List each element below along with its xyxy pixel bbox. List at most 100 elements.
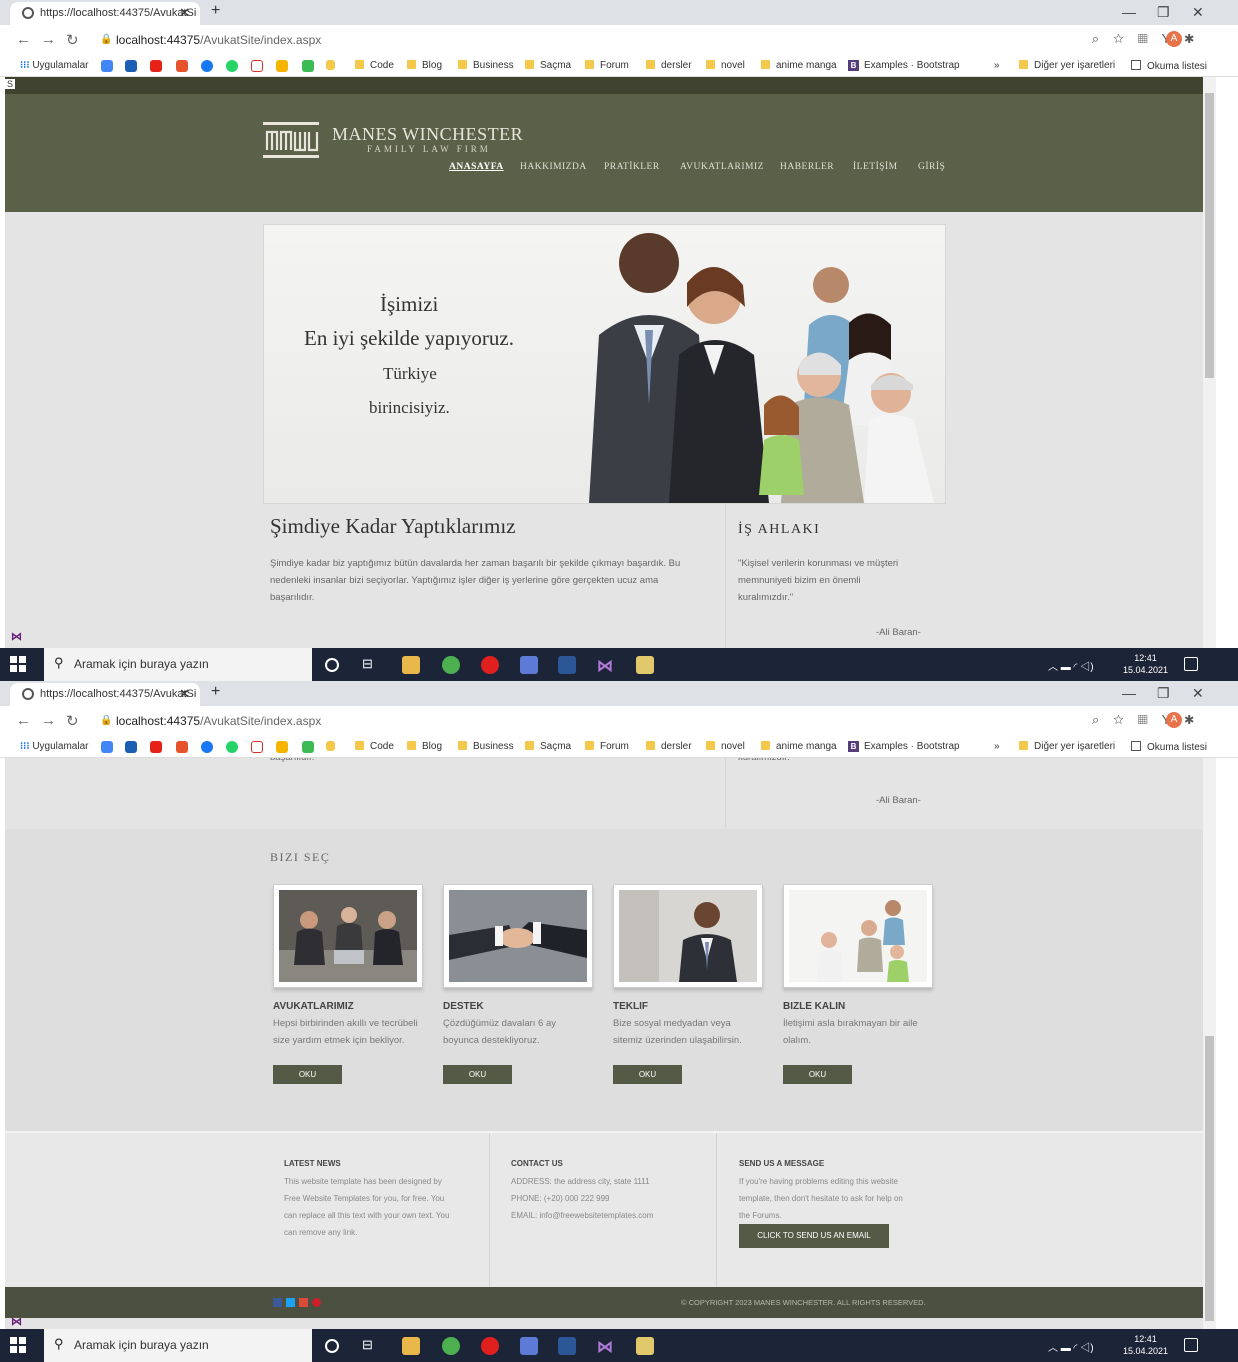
bookmark-icon[interactable] xyxy=(276,741,288,753)
scrollbar-thumb[interactable] xyxy=(1205,1036,1214,1321)
footer-contact-email[interactable]: EMAIL: info@freewebsitetemplates.com xyxy=(511,1207,653,1224)
close-window-icon[interactable]: ✕ xyxy=(1192,4,1204,21)
app-icon[interactable] xyxy=(520,656,538,674)
file-explorer-icon[interactable] xyxy=(402,656,420,674)
bookmark-folder[interactable]: Business xyxy=(458,741,514,752)
tools-icon[interactable] xyxy=(636,656,654,674)
reload-icon[interactable]: ↻ xyxy=(66,31,79,49)
bookmark-folder[interactable]: Saçma xyxy=(525,60,571,71)
pinterest-icon[interactable] xyxy=(312,1298,321,1307)
close-tab-icon[interactable]: ✕ xyxy=(179,686,190,702)
new-tab-button[interactable]: + xyxy=(211,683,220,701)
windows-start-icon[interactable] xyxy=(10,656,26,672)
folder-icon[interactable] xyxy=(326,60,335,70)
bookmark-folder[interactable]: Business xyxy=(458,60,514,71)
firm-logo-icon[interactable] xyxy=(263,122,319,158)
bookmark-apps[interactable]: ⁝⁝⁝ Uygulamalar xyxy=(20,60,88,71)
bookmark-bootstrap[interactable]: B Examples · Bootstrap xyxy=(848,741,960,752)
visual-studio-icon[interactable]: ⋈ xyxy=(11,630,25,643)
bookmark-folder[interactable]: Diğer yer işaretleri xyxy=(1019,60,1115,71)
google-icon[interactable] xyxy=(101,741,113,753)
tools-icon[interactable] xyxy=(636,1337,654,1355)
card-image-support[interactable] xyxy=(443,884,593,988)
chrome-icon[interactable] xyxy=(442,656,460,674)
restore-icon[interactable]: ❐ xyxy=(1157,4,1170,21)
facebook-icon[interactable] xyxy=(201,741,213,753)
visual-studio-icon[interactable]: ⋈ xyxy=(597,1337,615,1356)
bookmark-apps[interactable]: ⁝⁝⁝ Uygulamalar xyxy=(20,741,88,752)
reading-list[interactable]: Okuma listesi xyxy=(1131,741,1207,753)
extension-icon[interactable] xyxy=(125,741,137,753)
url-field[interactable]: 🔒 localhost:44375/AvukatSite/index.aspx xyxy=(90,29,1220,51)
word-icon[interactable] xyxy=(558,656,576,674)
restore-icon[interactable]: ❐ xyxy=(1157,685,1170,702)
bookmark-folder[interactable]: Code xyxy=(355,741,394,752)
youtube-icon[interactable] xyxy=(150,60,162,72)
whatsapp-icon[interactable] xyxy=(226,60,238,72)
back-icon[interactable]: ← xyxy=(16,712,31,729)
visual-studio-icon[interactable]: ⋈ xyxy=(597,656,615,675)
bookmark-folder[interactable]: anime manga xyxy=(761,741,837,752)
app-icon[interactable] xyxy=(520,1337,538,1355)
chrome-icon[interactable] xyxy=(442,1337,460,1355)
reading-list[interactable]: Okuma listesi xyxy=(1131,60,1207,72)
bookmark-folder[interactable]: novel xyxy=(706,741,745,752)
card-image-stay-with-us[interactable] xyxy=(783,884,933,988)
opera-icon[interactable] xyxy=(481,656,499,674)
bookmark-folder[interactable]: Forum xyxy=(585,60,629,71)
bookmark-icon[interactable] xyxy=(302,741,314,753)
read-button[interactable]: OKU xyxy=(783,1065,852,1084)
system-tray-icons[interactable]: ︿ ▬ ◜ ◁) xyxy=(1048,658,1094,673)
close-window-icon[interactable]: ✕ xyxy=(1192,685,1204,702)
bookmark-folder[interactable]: Forum xyxy=(585,741,629,752)
card-image-lawyers[interactable] xyxy=(273,884,423,988)
task-view-icon[interactable]: ⊟ xyxy=(362,656,380,674)
youtube-icon[interactable] xyxy=(150,741,162,753)
forward-icon[interactable]: → xyxy=(41,31,56,48)
facebook-icon[interactable] xyxy=(273,1298,282,1307)
bookmark-folder[interactable]: dersler xyxy=(646,60,692,71)
gmail-icon[interactable] xyxy=(251,60,263,72)
read-button[interactable]: OKU xyxy=(273,1065,342,1084)
bookmark-folder[interactable]: anime manga xyxy=(761,60,837,71)
minimize-icon[interactable]: — xyxy=(1122,685,1136,701)
profile-avatar[interactable]: A xyxy=(1166,31,1182,47)
bookmark-folder[interactable]: Blog xyxy=(407,60,442,71)
nav-hakkimizda[interactable]: HAKKIMIZDA xyxy=(520,162,587,172)
extension-icon[interactable] xyxy=(125,60,137,72)
system-tray-icons[interactable]: ︿ ▬ ◜ ◁) xyxy=(1048,1339,1094,1354)
facebook-icon[interactable] xyxy=(201,60,213,72)
file-explorer-icon[interactable] xyxy=(402,1337,420,1355)
notification-icon[interactable] xyxy=(1184,657,1198,671)
google-plus-icon[interactable] xyxy=(299,1298,308,1307)
taskbar-search[interactable]: ⚲ Aramak için buraya yazın xyxy=(44,648,312,681)
bookmark-folder[interactable]: Code xyxy=(355,60,394,71)
toolbar-icons[interactable]: ⌕☆▦Y✱ xyxy=(1092,712,1208,728)
bookmark-folder[interactable]: novel xyxy=(706,60,745,71)
notification-icon[interactable] xyxy=(1184,1338,1198,1352)
cortana-icon[interactable] xyxy=(325,658,339,672)
windows-start-icon[interactable] xyxy=(10,1337,26,1353)
back-icon[interactable]: ← xyxy=(16,31,31,48)
forward-icon[interactable]: → xyxy=(41,712,56,729)
more-bookmarks-icon[interactable]: » xyxy=(994,741,1000,752)
bookmark-folder[interactable]: dersler xyxy=(646,741,692,752)
browser-tab[interactable]: https://localhost:44375/AvukatSi ✕ xyxy=(10,2,200,25)
scrollbar-thumb[interactable] xyxy=(1205,93,1214,378)
toolbar-icons[interactable]: ⌕☆▦Y✱ xyxy=(1092,31,1208,47)
google-icon[interactable] xyxy=(101,60,113,72)
bookmark-folder[interactable]: Blog xyxy=(407,741,442,752)
new-tab-button[interactable]: + xyxy=(211,2,220,20)
whatsapp-icon[interactable] xyxy=(226,741,238,753)
url-field[interactable]: 🔒 localhost:44375/AvukatSite/index.aspx xyxy=(90,710,1220,732)
nav-avukatlarimiz[interactable]: AVUKATLARIMIZ xyxy=(680,162,764,172)
bookmark-icon[interactable] xyxy=(302,60,314,72)
clock[interactable]: 12:41 15.04.2021 xyxy=(1123,1333,1168,1357)
nav-anasayfa[interactable]: ANASAYFA xyxy=(449,162,504,172)
reload-icon[interactable]: ↻ xyxy=(66,712,79,730)
send-email-button[interactable]: CLICK TO SEND US AN EMAIL xyxy=(739,1224,889,1248)
bookmark-bootstrap[interactable]: B Examples · Bootstrap xyxy=(848,60,960,71)
gmail-icon[interactable] xyxy=(251,741,263,753)
bookmark-folder[interactable]: Diğer yer işaretleri xyxy=(1019,741,1115,752)
card-image-offer[interactable] xyxy=(613,884,763,988)
